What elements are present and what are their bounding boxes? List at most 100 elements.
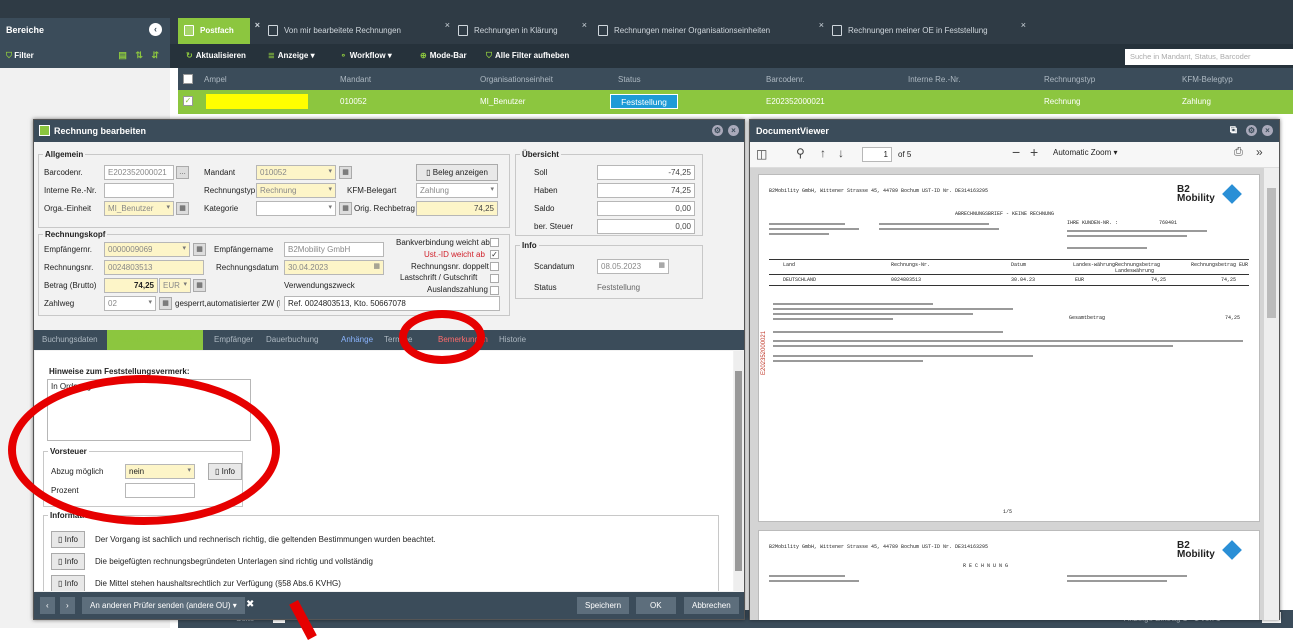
- print-icon[interactable]: ⎙: [1234, 146, 1243, 159]
- barcode-field[interactable]: E202352000021: [104, 165, 174, 180]
- filter-icon[interactable]: ⛉: [6, 51, 12, 60]
- close-icon[interactable]: ×: [1262, 125, 1273, 136]
- view-menu[interactable]: ≣ Anzeige ▾: [268, 44, 315, 68]
- info-button[interactable]: ▯ Info: [51, 553, 85, 570]
- column-header[interactable]: Barcodenr.: [766, 75, 805, 84]
- viewer-scrollbar[interactable]: [1264, 168, 1279, 620]
- search-input[interactable]: Suche in Mandant, Status, Barcoder: [1125, 49, 1293, 65]
- empf-lookup-button[interactable]: ▦: [193, 243, 206, 256]
- scrollbar-thumb[interactable]: [735, 371, 742, 571]
- table-row[interactable]: ✓ 010052 MI_Benutzer Feststellung E20235…: [178, 90, 1293, 114]
- tab-postfach[interactable]: Postfach ×: [178, 18, 260, 44]
- close-tab-icon[interactable]: ×: [819, 20, 824, 30]
- vzweck-field[interactable]: Ref. 0024803513, Kto. 50667078: [284, 296, 500, 311]
- beleg-cell: Zahlung: [1182, 97, 1211, 106]
- orga-lookup-button[interactable]: ▦: [176, 202, 189, 215]
- close-tab-icon[interactable]: ×: [255, 20, 260, 30]
- column-header[interactable]: Interne Re.-Nr.: [908, 75, 960, 84]
- tab-anhaenge[interactable]: Anhänge: [341, 335, 373, 344]
- zoom-in-icon[interactable]: +: [1030, 144, 1038, 160]
- status-label: Status: [534, 283, 557, 292]
- tab-meiner-oe[interactable]: Rechnungen meiner Organisationseinheiten…: [592, 18, 824, 44]
- settings-icon[interactable]: ⚙: [712, 125, 723, 136]
- currency-lookup-button[interactable]: ▦: [193, 279, 206, 292]
- currency-select[interactable]: EUR ▾: [159, 278, 191, 293]
- ok-button[interactable]: OK: [636, 597, 676, 614]
- tab-von-mir-bearbeitet[interactable]: Von mir bearbeitete Rechnungen ×: [262, 18, 450, 44]
- info-button[interactable]: ▯ Info: [51, 531, 85, 548]
- copy-icon[interactable]: ⧉: [1228, 125, 1239, 136]
- mandant-select[interactable]: 010052 ▾: [256, 165, 336, 180]
- scrollbar[interactable]: [734, 351, 743, 591]
- info-button[interactable]: ▯ Info: [51, 575, 85, 591]
- rnr-field[interactable]: 0024803513: [104, 260, 204, 275]
- tab-feststellungsvermerk[interactable]: Feststellungsvermerk: [107, 330, 203, 350]
- tab-oe-feststellung[interactable]: Rechnungen meiner OE in Feststellung ×: [826, 18, 1026, 44]
- select-all-checkbox[interactable]: [183, 74, 193, 84]
- prev-button[interactable]: ‹: [40, 597, 55, 614]
- close-tab-icon[interactable]: ×: [1021, 20, 1026, 30]
- empfname-field[interactable]: B2Mobility GmbH: [284, 242, 384, 257]
- tab-dauerbuchung[interactable]: Dauerbuchung: [266, 335, 318, 344]
- kategorie-select[interactable]: ▾: [256, 201, 336, 216]
- scrollbar-thumb[interactable]: [1267, 188, 1276, 318]
- send-other-button[interactable]: An anderen Prüfer senden (andere OU) ▾: [82, 597, 245, 614]
- collapse-icon[interactable]: ‹: [149, 23, 162, 36]
- workflow-icon: ⚬: [340, 51, 347, 60]
- column-header[interactable]: Ampel: [204, 75, 227, 84]
- row-checkbox[interactable]: ✓: [183, 96, 193, 106]
- modebar-button[interactable]: ⊕ Mode-Bar: [420, 44, 467, 68]
- tab-historie[interactable]: Historie: [499, 335, 526, 344]
- zoom-out-icon[interactable]: −: [1012, 144, 1020, 160]
- ustid-checkbox[interactable]: ✓: [490, 250, 499, 259]
- mandant-lookup-button[interactable]: ▦: [339, 166, 352, 179]
- tab-buchungsdaten[interactable]: Buchungsdaten: [42, 335, 98, 344]
- close-icon[interactable]: ✖: [246, 597, 254, 614]
- close-tab-icon[interactable]: ×: [445, 20, 450, 30]
- interne-field[interactable]: [104, 183, 174, 198]
- settings-icon[interactable]: ⚙: [1246, 125, 1257, 136]
- ausland-checkbox[interactable]: [490, 286, 499, 295]
- prev-page-icon[interactable]: ↑: [820, 146, 826, 160]
- column-header[interactable]: KFM-Belegtyp: [1182, 75, 1233, 84]
- zahlweg-select[interactable]: 02 ▾: [104, 296, 156, 311]
- pdf-page: B2Mobility GmbH, Wittener Strasse 45, 44…: [758, 174, 1260, 522]
- doppelt-checkbox[interactable]: [490, 262, 499, 271]
- lastschrift-checkbox[interactable]: [490, 274, 499, 283]
- next-button[interactable]: ›: [60, 597, 75, 614]
- column-header[interactable]: Organisationseinheit: [480, 75, 553, 84]
- calendar-icon[interactable]: ▦: [373, 262, 380, 270]
- page-number-input[interactable]: 1: [862, 147, 892, 162]
- orig-field[interactable]: 74,25: [416, 201, 498, 216]
- column-header[interactable]: Mandant: [340, 75, 371, 84]
- zoom-select[interactable]: Automatic Zoom ▾: [1050, 146, 1142, 161]
- barcode-lookup-button[interactable]: …: [176, 166, 189, 179]
- workflow-menu[interactable]: ⚬ Workflow ▾: [340, 44, 392, 68]
- tab-empfaenger[interactable]: Empfänger: [214, 335, 253, 344]
- doc-cell: EUR: [1075, 277, 1085, 283]
- column-header[interactable]: Status: [618, 75, 641, 84]
- kfm-select[interactable]: Zahlung ▾: [416, 183, 498, 198]
- filter-tools-icon[interactable]: ▤ ⇅ ⇵: [118, 50, 162, 61]
- search-icon[interactable]: ⚲: [796, 146, 805, 160]
- rtyp-select[interactable]: Rechnung ▾: [256, 183, 336, 198]
- cancel-button[interactable]: Abbrechen: [684, 597, 739, 614]
- bank-checkbox[interactable]: [490, 238, 499, 247]
- next-page-icon[interactable]: ↓: [838, 146, 844, 160]
- beleg-anzeigen-button[interactable]: ▯ Beleg anzeigen: [416, 164, 498, 181]
- empf-select[interactable]: 0000009069 ▾: [104, 242, 190, 257]
- zahlweg-lookup-button[interactable]: ▦: [159, 297, 172, 310]
- rdatum-field[interactable]: 30.04.2023 ▦: [284, 260, 384, 275]
- kategorie-lookup-button[interactable]: ▦: [339, 202, 352, 215]
- more-tools-icon[interactable]: »: [1256, 145, 1263, 159]
- refresh-button[interactable]: ↻ Aktualisieren: [186, 44, 246, 68]
- column-header[interactable]: Rechnungstyp: [1044, 75, 1095, 84]
- close-tab-icon[interactable]: ×: [582, 20, 587, 30]
- betrag-field[interactable]: 74,25: [104, 278, 158, 293]
- clear-filters-button[interactable]: ⛉ Alle Filter aufheben: [486, 44, 569, 68]
- save-button[interactable]: Speichern: [577, 597, 630, 614]
- tab-in-klaerung[interactable]: Rechnungen in Klärung ×: [452, 18, 587, 44]
- sidebar-toggle-icon[interactable]: ◫: [756, 147, 767, 161]
- orga-select[interactable]: MI_Benutzer ▾: [104, 201, 174, 216]
- close-icon[interactable]: ×: [728, 125, 739, 136]
